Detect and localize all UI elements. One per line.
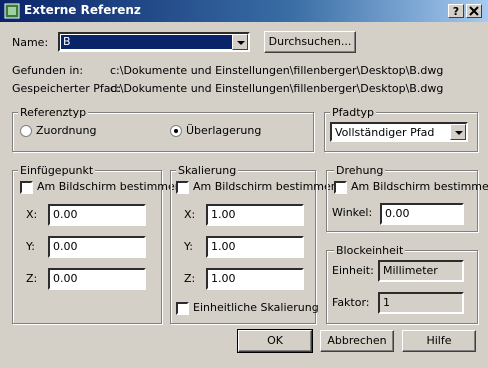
radio-overlay[interactable] (170, 125, 182, 137)
close-icon (469, 6, 479, 16)
window-title: Externe Referenz (24, 3, 141, 17)
rotation-onscreen-label: Am Bildschirm bestimmen (351, 180, 488, 193)
scale-x-label: X: (184, 208, 196, 221)
insertion-x-input[interactable]: 0.00 (48, 204, 146, 226)
cancel-button[interactable]: Abbrechen (320, 330, 394, 352)
close-title-button[interactable] (466, 4, 482, 18)
factor-label: Faktor: (332, 296, 370, 309)
name-label: Name: (12, 36, 49, 49)
found-label: Gefunden in: (12, 64, 84, 77)
name-dropdown-button[interactable] (232, 34, 248, 50)
scale-onscreen-checkbox[interactable] (176, 181, 189, 194)
scale-y-label: Y: (184, 240, 193, 253)
rotation-onscreen-checkbox[interactable] (334, 181, 347, 194)
chevron-down-icon (455, 131, 463, 135)
name-value: B (61, 35, 234, 49)
uniform-scale-checkbox[interactable] (176, 302, 189, 315)
angle-input[interactable]: 0.00 (380, 203, 464, 225)
reftype-title: Referenztyp (18, 106, 89, 119)
saved-path: c:\Dokumente und Einstellungen\fillenber… (110, 82, 444, 95)
insertion-y-input[interactable]: 0.00 (48, 236, 146, 258)
scale-z-label: Z: (184, 272, 196, 285)
ok-button[interactable]: OK (237, 329, 313, 353)
scale-x-input[interactable]: 1.00 (206, 204, 304, 226)
insertion-x-label: X: (26, 208, 38, 221)
name-select[interactable]: B (58, 32, 250, 52)
help-title-button[interactable]: ? (448, 4, 464, 18)
pathtype-title: Pfadtyp (330, 106, 377, 119)
pathtype-value: Vollständiger Pfad (335, 126, 435, 139)
insertion-onscreen-label: Am Bildschirm bestimmen (37, 180, 182, 193)
scale-title: Skalierung (176, 164, 239, 177)
radio-overlay-label: Überlagerung (186, 124, 262, 137)
xref-app-icon (4, 3, 20, 19)
rotation-title: Drehung (334, 164, 386, 177)
pathtype-dropdown-button[interactable] (450, 124, 466, 140)
insertion-y-label: Y: (26, 240, 35, 253)
browse-button[interactable]: Durchsuchen... (264, 31, 356, 53)
uniform-scale-label: Einheitliche Skalierung (193, 301, 319, 314)
angle-label: Winkel: (332, 206, 373, 219)
insertion-z-input[interactable]: 0.00 (48, 268, 146, 290)
unit-value: Millimeter (378, 260, 464, 282)
insertion-title: Einfügepunkt (18, 164, 96, 177)
insertion-z-label: Z: (26, 272, 38, 285)
scale-onscreen-label: Am Bildschirm bestimmen (193, 180, 338, 193)
radio-attach-label: Zuordnung (36, 124, 97, 137)
factor-value: 1 (378, 292, 464, 314)
pathtype-select[interactable]: Vollständiger Pfad (330, 122, 468, 142)
scale-y-input[interactable]: 1.00 (206, 236, 304, 258)
insertion-onscreen-checkbox[interactable] (20, 181, 33, 194)
scale-z-input[interactable]: 1.00 (206, 268, 304, 290)
unit-label: Einheit: (332, 264, 374, 277)
chevron-down-icon (237, 41, 245, 45)
found-path: c:\Dokumente und Einstellungen\fillenber… (110, 64, 444, 77)
help-button[interactable]: Hilfe (402, 330, 476, 352)
saved-path-label: Gespeicherter Pfad: (12, 82, 122, 95)
radio-attach[interactable] (20, 125, 32, 137)
block-unit-title: Blockeinheit (334, 244, 406, 257)
